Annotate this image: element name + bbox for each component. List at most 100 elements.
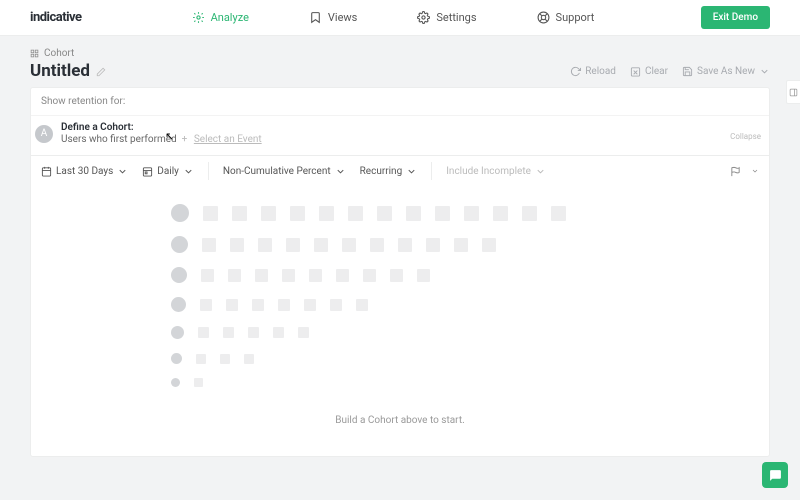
nav-views[interactable]: Views [309, 11, 357, 24]
chart-cell [228, 269, 241, 282]
chart-cell [286, 238, 300, 252]
chart-dot [171, 378, 180, 387]
panel-icon [789, 88, 798, 97]
chart-cell [232, 206, 247, 221]
granularity-filter[interactable]: Daily [142, 166, 194, 177]
chart-cell [282, 269, 295, 282]
chart-cell [196, 354, 206, 364]
include-incomplete-filter[interactable]: Include Incomplete [446, 166, 546, 177]
chevron-down-icon [335, 166, 346, 177]
chart-cell [426, 238, 440, 252]
chart-cell [464, 206, 479, 221]
side-panel-toggle[interactable] [786, 80, 800, 104]
chevron-down-icon [759, 66, 770, 77]
chart-cell [198, 327, 209, 338]
bookmark-icon [309, 11, 322, 24]
clear-icon [630, 66, 641, 77]
chart-cell [342, 238, 356, 252]
chart-cell [304, 299, 316, 311]
lifebuoy-icon [537, 11, 550, 24]
chart-cell [200, 299, 212, 311]
chart-cell [348, 206, 363, 221]
chart-cell [226, 299, 238, 311]
collapse-button[interactable]: Collapse [730, 132, 761, 141]
chart-cell [258, 238, 272, 252]
chevron-down-icon[interactable] [751, 167, 759, 175]
chevron-down-icon [535, 166, 546, 177]
chart-cell [370, 238, 384, 252]
chat-fab[interactable] [762, 462, 788, 488]
chart-cell [336, 269, 349, 282]
metric-filter[interactable]: Non-Cumulative Percent [223, 166, 346, 177]
chart-cell [273, 327, 284, 338]
chart-cell [202, 238, 216, 252]
chart-cell [377, 206, 392, 221]
edit-title-icon[interactable] [96, 62, 106, 81]
chart-cell [244, 354, 254, 364]
chart-cell [319, 206, 334, 221]
analyze-icon [192, 11, 205, 24]
chat-icon [769, 469, 782, 482]
chart-cell [220, 354, 230, 364]
chart-cell [330, 299, 342, 311]
cohort-subtext: Users who first performed + Select an Ev… [61, 134, 262, 145]
flag-icon[interactable] [730, 166, 741, 177]
chart-cell [261, 206, 276, 221]
chart-cell [194, 378, 203, 387]
chart-cell [255, 269, 268, 282]
chart-cell [482, 238, 496, 252]
exit-demo-button[interactable]: Exit Demo [701, 6, 770, 29]
chart-cell [417, 269, 430, 282]
nav-analyze[interactable]: Analyze [192, 11, 249, 24]
gear-icon [417, 11, 430, 24]
chart-cell [314, 238, 328, 252]
chart-cell [223, 327, 234, 338]
show-retention-label: Show retention for: [31, 88, 769, 115]
chevron-down-icon [183, 166, 194, 177]
chart-cell [390, 269, 403, 282]
save-as-new-button[interactable]: Save As New [682, 66, 770, 77]
empty-state-message: Build a Cohort above to start. [31, 415, 769, 426]
chart-dot [171, 267, 187, 283]
calendar-day-icon [142, 166, 153, 177]
chart-cell [454, 238, 468, 252]
chart-cell [201, 269, 214, 282]
save-icon [682, 66, 693, 77]
chart-cell [522, 206, 537, 221]
page-title: Untitled [30, 61, 90, 81]
chevron-down-icon [406, 166, 417, 177]
define-cohort-label: Define a Cohort: [61, 122, 262, 133]
select-event-link[interactable]: Select an Event [194, 134, 262, 145]
clear-button[interactable]: Clear [630, 66, 668, 77]
chart-dot [171, 326, 184, 339]
chart-cell [252, 299, 264, 311]
retention-chart-placeholder [31, 186, 769, 411]
chart-cell [290, 206, 305, 221]
chart-cell [248, 327, 259, 338]
chart-dot [171, 236, 188, 253]
chart-cell [551, 206, 566, 221]
recurring-filter[interactable]: Recurring [360, 166, 418, 177]
nav-support[interactable]: Support [537, 11, 595, 24]
chart-cell [356, 299, 368, 311]
chart-cell [278, 299, 290, 311]
chart-dot [171, 297, 186, 312]
reload-button[interactable]: Reload [570, 66, 616, 77]
grid-icon [30, 49, 39, 58]
chart-dot [171, 353, 182, 364]
cohort-badge: A [35, 125, 53, 143]
calendar-icon [41, 166, 52, 177]
chart-cell [398, 238, 412, 252]
brand-logo: indicative [30, 10, 82, 25]
breadcrumb: Cohort [30, 48, 770, 59]
chart-cell [203, 206, 218, 221]
chart-cell [493, 206, 508, 221]
chart-cell [435, 206, 450, 221]
chart-cell [406, 206, 421, 221]
date-range-filter[interactable]: Last 30 Days [41, 166, 128, 177]
chart-cell [298, 327, 309, 338]
chart-cell [230, 238, 244, 252]
reload-icon [570, 66, 581, 77]
chart-dot [171, 204, 189, 222]
nav-settings[interactable]: Settings [417, 11, 476, 24]
